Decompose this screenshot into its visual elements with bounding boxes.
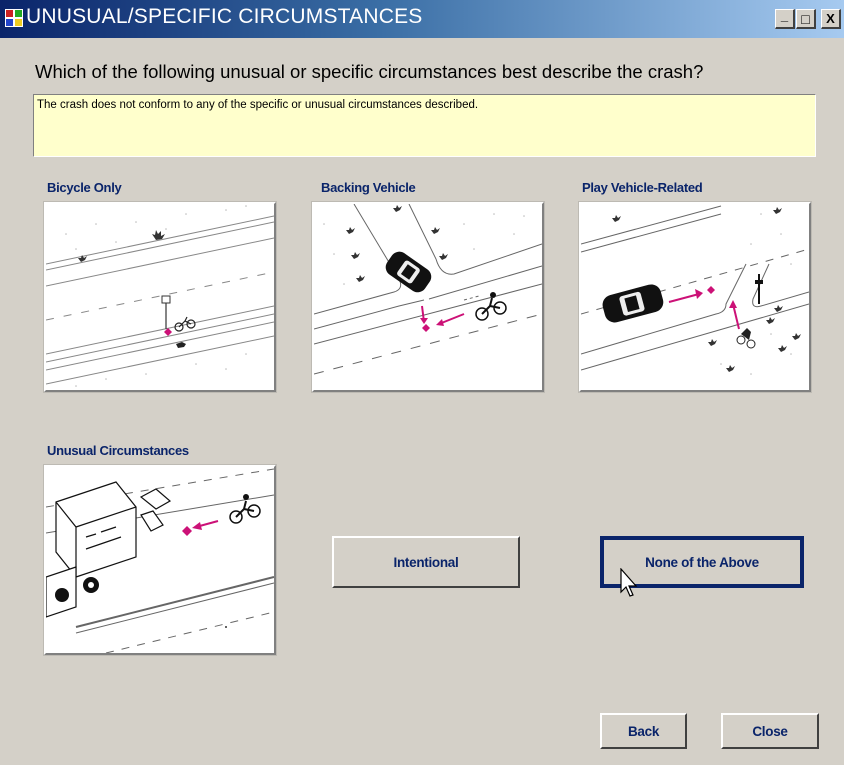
close-button[interactable]: Close: [721, 713, 819, 749]
maximize-icon: □: [801, 10, 810, 27]
minimize-icon: _: [780, 8, 789, 23]
back-button[interactable]: Back: [600, 713, 687, 749]
bicycle-only-illustration: [46, 204, 274, 390]
app-icon: [5, 9, 23, 27]
backing-vehicle-option[interactable]: [312, 202, 544, 392]
bicycle-only-option[interactable]: [44, 202, 276, 392]
minimize-button[interactable]: _: [775, 8, 795, 29]
bicycle-only-label: Bicycle Only: [47, 180, 122, 195]
dialog-window: UNUSUAL/SPECIFIC CIRCUMSTANCES _ □ X Whi…: [0, 0, 844, 765]
play-vehicle-related-option[interactable]: [579, 202, 811, 392]
close-icon: X: [826, 11, 835, 26]
question-text: Which of the following unusual or specif…: [35, 61, 704, 82]
unusual-circumstances-option[interactable]: [44, 465, 276, 655]
play-vehicle-related-label: Play Vehicle-Related: [582, 180, 703, 195]
backing-vehicle-label: Backing Vehicle: [321, 180, 416, 195]
backing-vehicle-illustration: [314, 204, 542, 390]
description-box: The crash does not conform to any of the…: [33, 94, 816, 157]
play-vehicle-related-illustration: [581, 204, 809, 390]
intentional-button[interactable]: Intentional: [332, 536, 520, 588]
maximize-button[interactable]: □: [796, 9, 816, 29]
unusual-circumstances-label: Unusual Circumstances: [47, 443, 189, 458]
mouse-pointer-icon: [620, 568, 638, 597]
title-bar[interactable]: UNUSUAL/SPECIFIC CIRCUMSTANCES _ □ X: [0, 0, 844, 38]
unusual-circumstances-illustration: [46, 467, 274, 653]
window-title: UNUSUAL/SPECIFIC CIRCUMSTANCES: [26, 5, 423, 28]
close-window-button[interactable]: X: [821, 9, 841, 29]
